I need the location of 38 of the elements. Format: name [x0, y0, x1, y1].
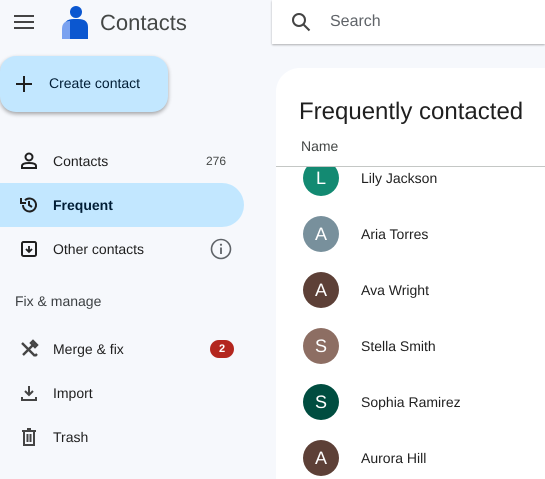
search-field[interactable]: Search: [330, 10, 510, 34]
contact-name[interactable]: Ava Wright: [361, 282, 429, 298]
download-icon: [19, 383, 39, 403]
menu-icon[interactable]: [14, 15, 34, 29]
column-header: Name: [301, 137, 338, 156]
person-icon: [19, 151, 39, 171]
search-icon: [291, 12, 311, 32]
app-title: Contacts: [100, 8, 187, 36]
download-box-icon: [19, 239, 39, 259]
tools-icon: [19, 339, 39, 359]
count-badge: 2: [210, 340, 234, 358]
avatar: A: [303, 272, 339, 308]
contact-name[interactable]: Aria Torres: [361, 226, 428, 242]
avatar: A: [303, 216, 339, 252]
page-title: Frequently contacted: [298, 97, 524, 127]
plus-icon: [15, 74, 33, 92]
nav-item[interactable]: Trash: [0, 415, 244, 459]
contact-count: 276: [206, 153, 226, 170]
avatar: A: [303, 440, 339, 476]
history-icon: [19, 195, 39, 215]
avatar: L: [303, 167, 339, 196]
contact-name[interactable]: Lily Jackson: [361, 170, 438, 186]
person-logo-icon: [62, 5, 90, 39]
nav-item[interactable]: Merge & fix 2: [0, 327, 244, 371]
info-icon[interactable]: [210, 238, 232, 260]
nav-item[interactable]: Frequent: [0, 183, 244, 227]
avatar: S: [303, 384, 339, 420]
avatar: S: [303, 328, 339, 364]
section-heading: Fix & manage: [14, 292, 102, 311]
nav-item[interactable]: Import: [0, 371, 244, 415]
trash-icon: [19, 427, 39, 447]
contact-name[interactable]: Sophia Ramirez: [361, 394, 461, 410]
nav-item[interactable]: Other contacts: [0, 227, 244, 271]
contact-name[interactable]: Aurora Hill: [361, 450, 426, 466]
search-field[interactable]: Search: [272, 0, 545, 44]
nav-item[interactable]: Contacts 276: [0, 139, 244, 183]
contact-name[interactable]: Stella Smith: [361, 338, 436, 354]
create-contact-button[interactable]: Create contact: [0, 56, 168, 112]
